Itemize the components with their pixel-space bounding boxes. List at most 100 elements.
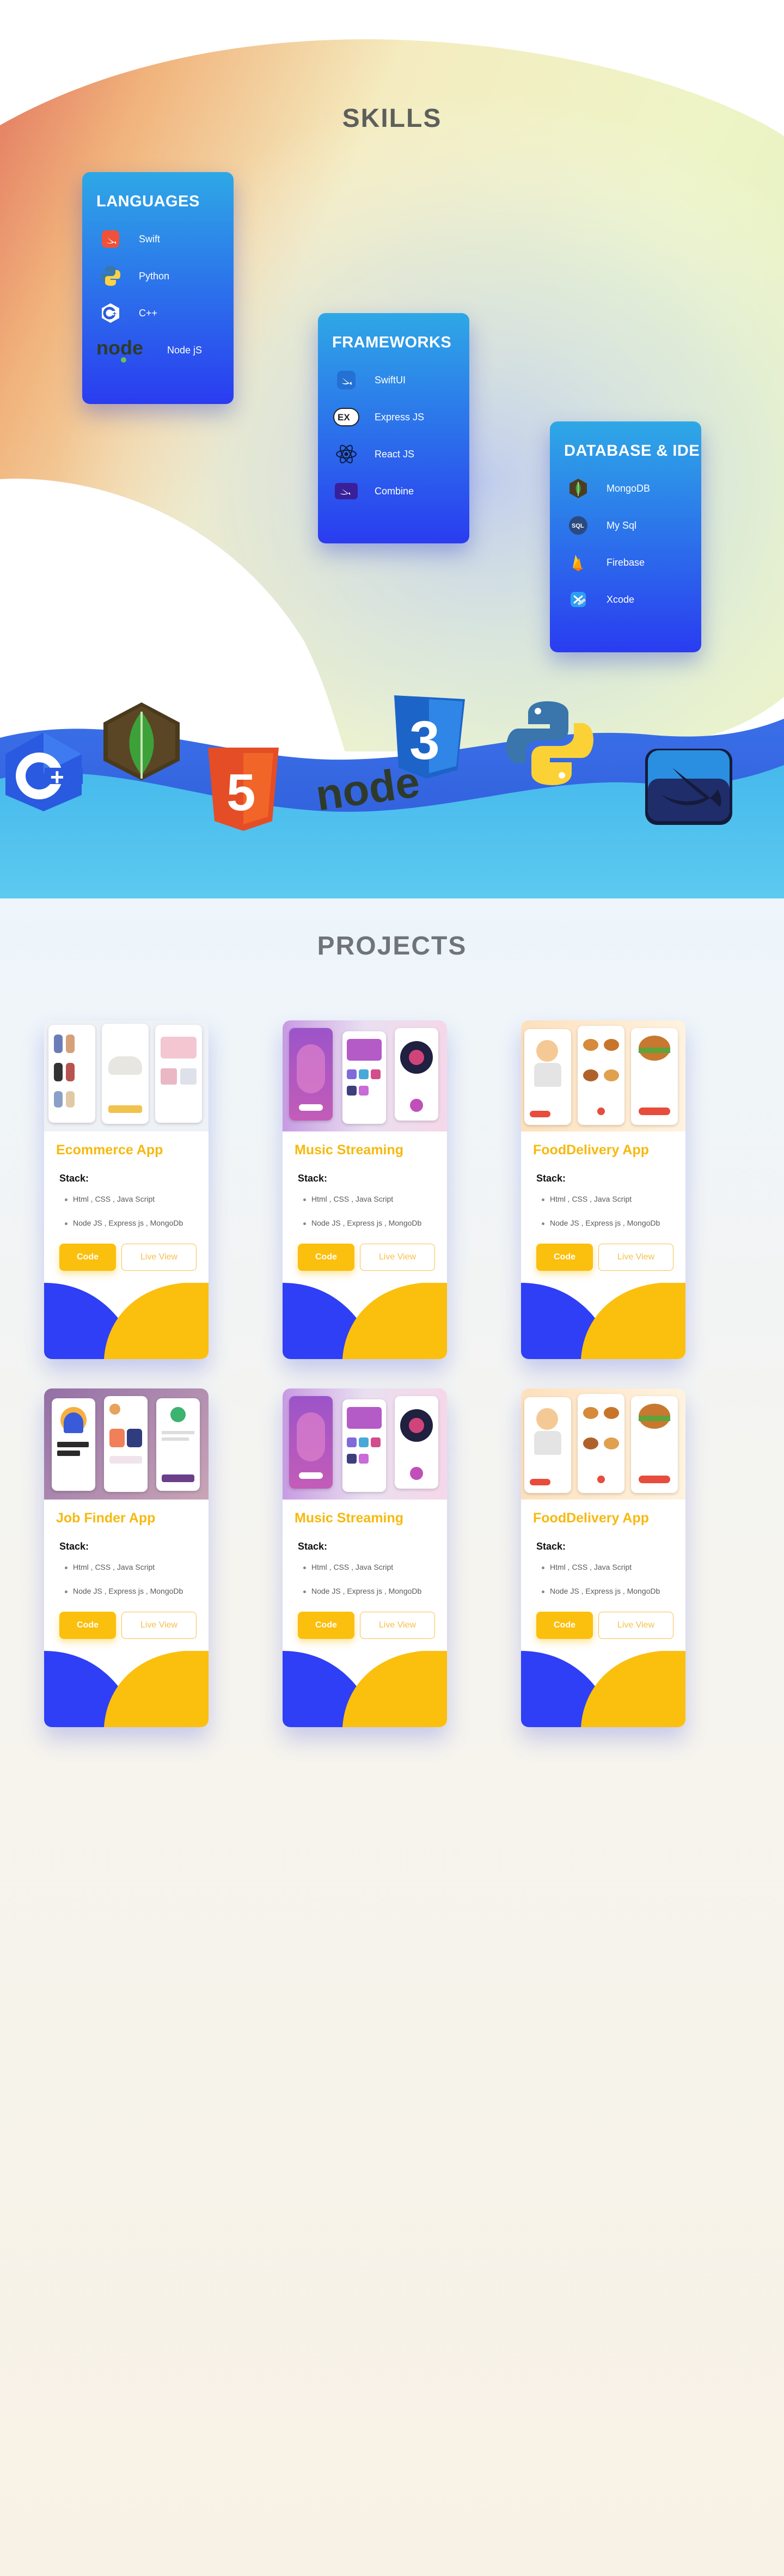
live-view-button[interactable]: Live View [598, 1612, 673, 1639]
skill-item-firebase: Firebase [564, 548, 687, 577]
project-thumbnail[interactable] [44, 1388, 209, 1500]
skill-label: My Sql [607, 519, 637, 531]
project-title: Ecommerce App [56, 1142, 163, 1158]
stack-frontend: Html , CSS , Java Script [65, 1563, 155, 1571]
stack-frontend-text: Html , CSS , Java Script [73, 1563, 155, 1571]
skills-title: SKILLS [342, 104, 442, 133]
skill-label: SwiftUI [375, 374, 406, 386]
skill-item-python: Python [96, 262, 219, 290]
stack-label: Stack: [536, 1173, 566, 1184]
phone-mockup [156, 1398, 200, 1491]
bullet-icon [542, 1590, 544, 1593]
stack-frontend-text: Html , CSS , Java Script [550, 1563, 632, 1571]
swift-icon [96, 225, 125, 253]
project-title: Job Finder App [56, 1510, 156, 1526]
mongodb-icon [564, 474, 592, 503]
project-thumbnail[interactable] [521, 1388, 685, 1500]
skill-label: Express JS [375, 411, 425, 423]
skill-item-xcode: Xcode [564, 585, 687, 614]
code-button[interactable]: Code [298, 1612, 354, 1639]
stack-backend: Node JS , Express js , MongoDb [542, 1587, 660, 1595]
skill-item-react: React JS [332, 440, 455, 468]
project-thumbnail[interactable] [521, 1020, 685, 1131]
svg-text:node: node [96, 336, 143, 359]
phone-mockup [342, 1399, 386, 1492]
decorative-blob [283, 1651, 447, 1727]
skills-section: SKILLS LANGUAGES Swift Python + C++ node [0, 0, 784, 898]
skill-item-express: EX Express JS [332, 403, 455, 431]
phone-mockup [155, 1025, 202, 1123]
skill-item-combine: Combine [332, 477, 455, 505]
phone-mockup [631, 1028, 678, 1125]
skill-item-swift: Swift [96, 225, 219, 253]
live-view-button[interactable]: Live View [121, 1612, 197, 1639]
project-title: FoodDelivery App [533, 1510, 649, 1526]
bullet-icon [65, 1566, 68, 1569]
live-view-button[interactable]: Live View [121, 1244, 197, 1271]
cpp-icon: + [5, 732, 83, 811]
skill-label: Node jS [167, 344, 203, 356]
phone-mockup [52, 1398, 95, 1491]
html5-icon: 5 [208, 748, 279, 831]
bullet-icon [65, 1198, 68, 1201]
mysql-icon: SQL [564, 511, 592, 540]
mongodb-icon [103, 702, 180, 780]
live-view-button[interactable]: Live View [360, 1244, 435, 1271]
stack-backend-text: Node JS , Express js , MongoDb [73, 1219, 183, 1227]
skill-item-nodejs: node Node jS [96, 336, 219, 364]
skill-label: React JS [375, 448, 415, 460]
phone-mockup [524, 1029, 571, 1125]
bullet-icon [303, 1222, 306, 1225]
bullet-icon [542, 1222, 544, 1225]
project-thumbnail[interactable] [44, 1020, 209, 1131]
stack-backend-text: Node JS , Express js , MongoDb [550, 1219, 660, 1227]
stack-label: Stack: [536, 1541, 566, 1552]
decorative-blob [521, 1283, 685, 1359]
phone-mockup [395, 1396, 438, 1489]
xcode-icon [564, 585, 592, 614]
react-icon [332, 440, 360, 468]
stack-backend-text: Node JS , Express js , MongoDb [73, 1587, 183, 1595]
project-card-3: FoodDelivery App Stack: Html , CSS , Jav… [521, 1020, 685, 1359]
live-view-button[interactable]: Live View [598, 1244, 673, 1271]
project-thumbnail[interactable] [283, 1388, 447, 1500]
project-title: FoodDelivery App [533, 1142, 649, 1158]
code-button[interactable]: Code [536, 1612, 593, 1639]
stack-backend-text: Node JS , Express js , MongoDb [311, 1587, 422, 1595]
phone-mockup [102, 1024, 149, 1124]
project-thumbnail[interactable] [283, 1020, 447, 1131]
stack-backend: Node JS , Express js , MongoDb [303, 1219, 421, 1227]
phone-mockup [48, 1025, 95, 1123]
code-button[interactable]: Code [59, 1612, 116, 1639]
projects-section: PROJECTS Ecommerce App Stack: Html , CSS… [0, 898, 784, 2576]
svg-text:EX: EX [338, 412, 350, 423]
languages-card: LANGUAGES Swift Python + C++ node Node j… [82, 172, 234, 404]
live-view-button[interactable]: Live View [360, 1612, 435, 1639]
swiftui-icon [332, 366, 360, 394]
database-card-title: DATABASE & IDE [564, 442, 700, 460]
bullet-icon [303, 1198, 306, 1201]
stack-backend: Node JS , Express js , MongoDb [65, 1587, 183, 1595]
phone-mockup [289, 1396, 333, 1489]
code-button[interactable]: Code [536, 1244, 593, 1271]
skill-item-cpp: + C++ [96, 299, 219, 327]
stack-backend: Node JS , Express js , MongoDb [542, 1219, 660, 1227]
stack-backend: Node JS , Express js , MongoDb [303, 1587, 421, 1595]
stack-backend-text: Node JS , Express js , MongoDb [311, 1219, 422, 1227]
skill-label: MongoDB [607, 482, 651, 494]
code-button[interactable]: Code [298, 1244, 354, 1271]
skill-label: Xcode [607, 593, 635, 605]
stack-frontend: Html , CSS , Java Script [303, 1195, 393, 1203]
python-icon [506, 701, 593, 785]
languages-card-title: LANGUAGES [96, 193, 200, 210]
swift-icon [645, 749, 732, 825]
project-card-2: Music Streaming Stack: Html , CSS , Java… [283, 1020, 447, 1359]
frameworks-card: FRAMEWORKS SwiftUI EX Express JS React J… [318, 313, 469, 543]
stack-label: Stack: [59, 1541, 89, 1552]
decorative-blob [44, 1651, 209, 1727]
phone-mockup [631, 1396, 678, 1493]
code-button[interactable]: Code [59, 1244, 116, 1271]
decorative-blob [521, 1651, 685, 1727]
project-card-5: Music Streaming Stack: Html , CSS , Java… [283, 1388, 447, 1727]
stack-frontend: Html , CSS , Java Script [303, 1563, 393, 1571]
